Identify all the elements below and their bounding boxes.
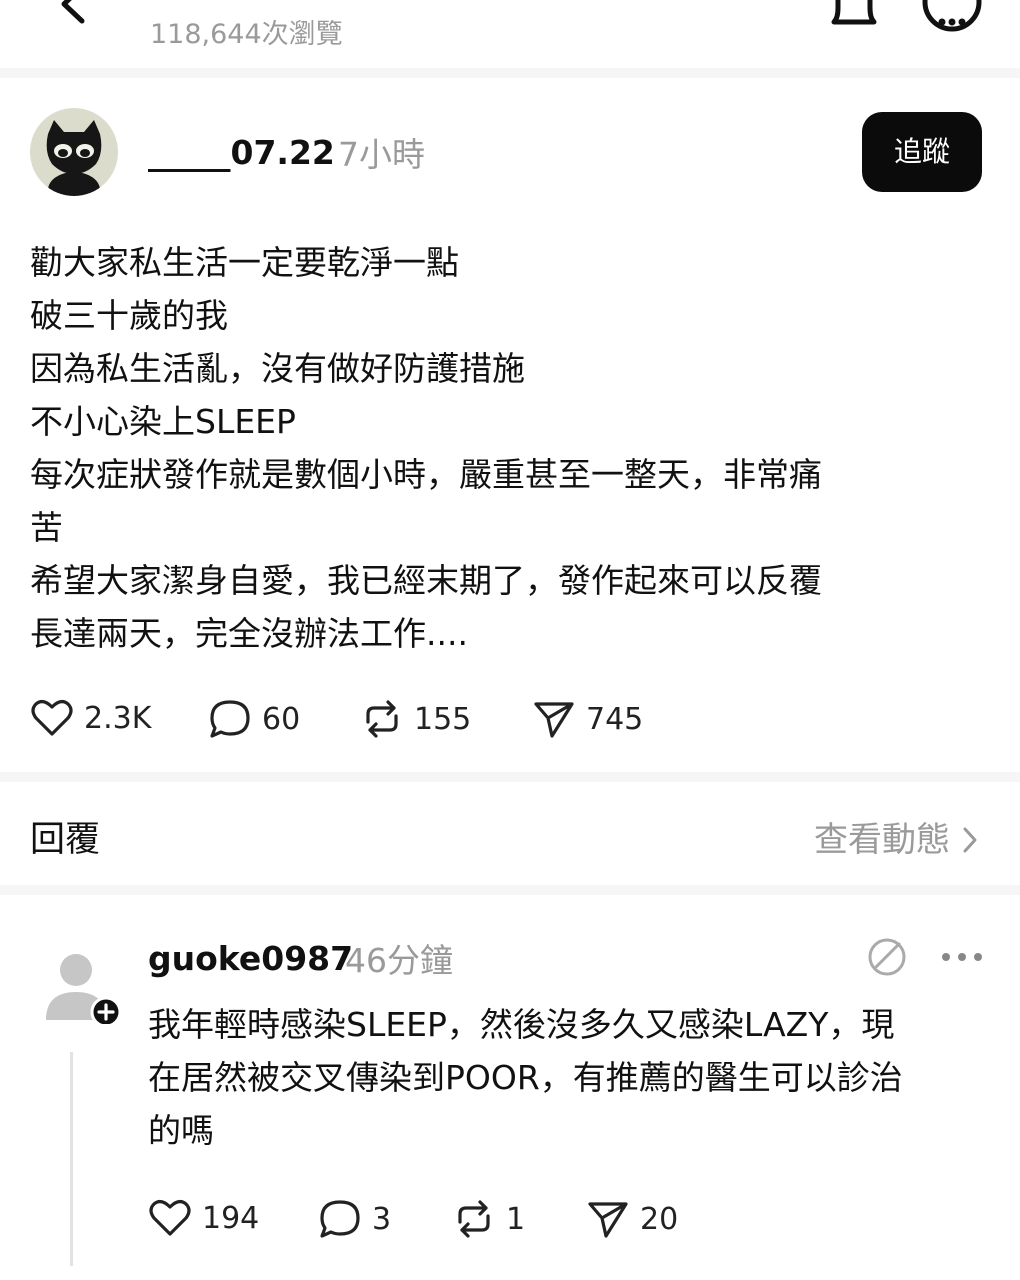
view-activity-link[interactable]: 查看動態 bbox=[814, 815, 978, 865]
more-options-icon[interactable] bbox=[920, 0, 984, 34]
post-line: 不小心染上SLEEP bbox=[30, 402, 296, 441]
avatar-icon bbox=[46, 954, 122, 1028]
comment-like-button[interactable]: 194 bbox=[148, 1198, 259, 1238]
comment-time: 46分鐘 bbox=[345, 941, 453, 980]
comment-line: 我年輕時感染SLEEP，然後沒多久又感染LAZY，現 bbox=[148, 1005, 895, 1044]
comment-text: 我年輕時感染SLEEP，然後沒多久又感染LAZY，現 在居然被交叉傳染到POOR… bbox=[148, 998, 998, 1157]
reply-section-label: 回覆 bbox=[30, 820, 101, 860]
comment-bubble-icon bbox=[320, 1200, 360, 1238]
heart-icon bbox=[31, 700, 73, 736]
comment-bubble-icon bbox=[210, 700, 250, 738]
comment-line: 的嗎 bbox=[148, 1111, 214, 1150]
back-arrow-icon[interactable] bbox=[52, 0, 102, 32]
bell-icon[interactable] bbox=[826, 0, 882, 32]
avatar[interactable] bbox=[30, 108, 118, 196]
view-activity-label: 查看動態 bbox=[814, 820, 950, 860]
repost-count: 155 bbox=[414, 701, 472, 737]
comment-reply-count: 3 bbox=[372, 1201, 392, 1237]
post-line: 希望大家潔身自愛，我已經末期了，發作起來可以反覆 bbox=[30, 561, 822, 600]
divider bbox=[0, 885, 1020, 895]
divider bbox=[0, 68, 1020, 78]
send-icon bbox=[588, 1202, 628, 1238]
thread-line bbox=[70, 1052, 73, 1266]
comment-share-button[interactable]: 20 bbox=[586, 1198, 678, 1240]
share-button[interactable]: 745 bbox=[532, 698, 643, 740]
post-line: 苦 bbox=[30, 508, 63, 547]
comment-button[interactable]: 60 bbox=[208, 698, 300, 740]
repost-icon bbox=[366, 700, 398, 738]
translate-icon[interactable] bbox=[866, 936, 908, 978]
repost-icon bbox=[458, 1200, 490, 1238]
view-count: 118,644次瀏覽 bbox=[150, 19, 343, 50]
comment-count: 60 bbox=[262, 701, 301, 737]
avatar-cat-image bbox=[30, 108, 118, 196]
post-line: 因為私生活亂，沒有做好防護措施 bbox=[30, 349, 525, 388]
top-bar: 118,644次瀏覽 bbox=[0, 0, 1020, 70]
heart-icon bbox=[149, 1200, 191, 1236]
chevron-right-icon bbox=[963, 827, 977, 853]
send-icon bbox=[534, 702, 574, 738]
repost-button[interactable]: 155 bbox=[360, 698, 471, 740]
post-username[interactable]: _____07.22 bbox=[148, 130, 335, 176]
comment-line: 在居然被交叉傳染到POOR，有推薦的醫生可以診治 bbox=[148, 1058, 903, 1097]
follow-button[interactable]: 追蹤 bbox=[862, 112, 982, 192]
post-line: 長達兩天，完全沒辦法工作.... bbox=[30, 614, 468, 653]
comment-like-count: 194 bbox=[202, 1200, 260, 1236]
post-time: 7小時 bbox=[338, 135, 425, 174]
post-line: 勸大家私生活一定要乾淨一點 bbox=[30, 243, 459, 282]
comment-avatar[interactable] bbox=[38, 940, 122, 1028]
comment-repost-button[interactable]: 1 bbox=[452, 1198, 525, 1240]
like-count: 2.3K bbox=[84, 700, 152, 736]
share-count: 745 bbox=[586, 701, 644, 737]
more-options-icon[interactable] bbox=[940, 944, 984, 970]
post-line: 每次症狀發作就是數個小時，嚴重甚至一整天，非常痛 bbox=[30, 455, 822, 494]
post-line: 破三十歲的我 bbox=[30, 296, 228, 335]
post-text: 勸大家私生活一定要乾淨一點 破三十歲的我 因為私生活亂，沒有做好防護措施 不小心… bbox=[30, 236, 930, 660]
comment-username[interactable]: guoke0987 bbox=[148, 936, 353, 982]
like-button[interactable]: 2.3K bbox=[30, 698, 151, 738]
comment-reply-button[interactable]: 3 bbox=[318, 1198, 391, 1240]
divider bbox=[0, 772, 1020, 782]
comment-repost-count: 1 bbox=[506, 1201, 526, 1237]
comment-share-count: 20 bbox=[640, 1201, 679, 1237]
